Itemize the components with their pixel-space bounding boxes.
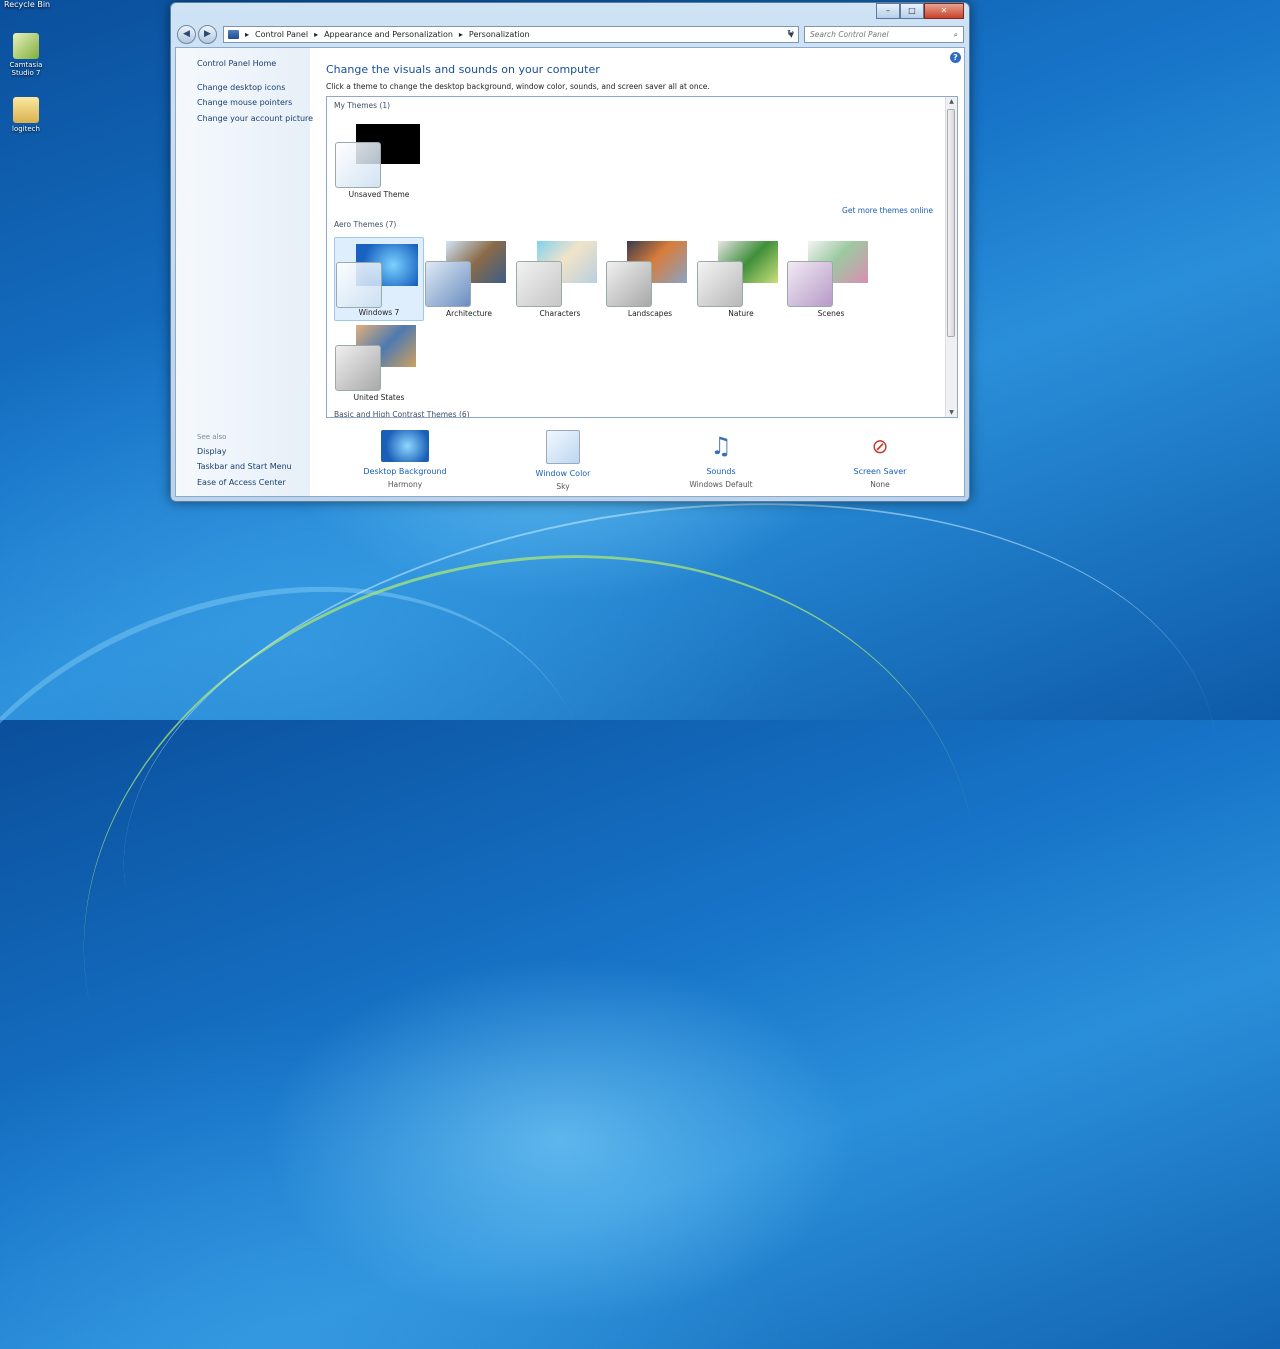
left-pane: Control Panel Home Change desktop icons … (176, 48, 313, 496)
personalization-window: – □ ✕ ◀ ▶ ▸ Control Panel ▸ Appearance a… (170, 2, 970, 502)
help-icon[interactable]: ? (950, 52, 961, 63)
theme-color-swatch (335, 142, 381, 188)
theme-label: Architecture (446, 309, 492, 318)
back-button[interactable]: ◀ (177, 25, 196, 44)
link-ease-of-access[interactable]: Ease of Access Center (197, 478, 286, 487)
scroll-up-icon[interactable]: ▲ (946, 98, 957, 105)
theme-label: Windows 7 (358, 308, 400, 317)
refresh-icon[interactable]: ↻ (783, 27, 798, 42)
link-control-panel-home[interactable]: Control Panel Home (197, 59, 276, 68)
link-change-desktop-icons[interactable]: Change desktop icons (197, 83, 285, 92)
theme-label: Scenes (817, 309, 845, 318)
group-my-themes: My Themes (1) (334, 101, 391, 110)
address-bar[interactable]: ▸ Control Panel ▸ Appearance and Persona… (223, 26, 799, 43)
theme-tile-united-states[interactable]: United States (334, 321, 424, 405)
desktop-icon-logitech[interactable]: logitech (4, 97, 48, 133)
theme-tile-scenes[interactable]: Scenes (786, 237, 876, 321)
theme-color-swatch (606, 261, 652, 307)
desktop-icon-label: Camtasia Studio 7 (9, 61, 43, 77)
theme-color-swatch (336, 262, 382, 308)
window-color-value: Sky (556, 482, 570, 491)
theme-tile-windows-7[interactable]: Windows 7 (334, 237, 424, 321)
control-panel-icon (228, 30, 239, 39)
theme-tile-landscapes[interactable]: Landscapes (605, 237, 695, 321)
breadcrumb-control-panel[interactable]: Control Panel (255, 30, 308, 39)
link-change-account-picture[interactable]: Change your account picture (197, 114, 313, 123)
theme-label: Unsaved Theme (348, 190, 410, 199)
theme-color-swatch (697, 261, 743, 307)
wallpaper-swoosh (16, 474, 1044, 1349)
theme-color-swatch (425, 261, 471, 307)
scrollbar-thumb[interactable] (947, 109, 955, 337)
breadcrumb-appearance[interactable]: Appearance and Personalization (324, 30, 453, 39)
search-input[interactable] (810, 30, 940, 39)
breadcrumb-personalization[interactable]: Personalization (469, 30, 530, 39)
get-more-themes-link[interactable]: Get more themes online (842, 206, 933, 215)
theme-tile-architecture[interactable]: Architecture (424, 237, 514, 321)
camtasia-icon (13, 33, 39, 59)
window-color-label: Window Color (535, 469, 591, 478)
screen-saver-icon: ⊘ (871, 434, 889, 458)
sounds-button[interactable]: ♫ Sounds Windows Default (666, 430, 776, 489)
theme-label: Landscapes (627, 309, 673, 318)
wallpaper-swoosh (0, 495, 666, 1211)
link-display[interactable]: Display (197, 447, 227, 456)
breadcrumb-separator-icon: ▸ (458, 30, 463, 39)
minimize-button[interactable]: – (876, 3, 900, 19)
page-subtitle: Click a theme to change the desktop back… (326, 82, 710, 91)
screen-saver-value: None (870, 480, 890, 489)
see-also-label: See also (197, 433, 227, 441)
theme-tile-unsaved[interactable]: Unsaved Theme (334, 118, 424, 202)
screen-saver-label: Screen Saver (853, 467, 907, 476)
desktop-background-button[interactable]: Desktop Background Harmony (350, 430, 460, 489)
theme-tile-nature[interactable]: Nature (696, 237, 786, 321)
theme-color-swatch (516, 261, 562, 307)
link-change-mouse-pointers[interactable]: Change mouse pointers (197, 98, 292, 107)
window-color-icon (546, 430, 580, 464)
maximize-button[interactable]: □ (900, 3, 924, 19)
sounds-value: Windows Default (689, 480, 753, 489)
breadcrumb-separator-icon: ▸ (245, 30, 250, 39)
theme-color-swatch (787, 261, 833, 307)
desktop-background-label: Desktop Background (363, 467, 447, 476)
forward-button[interactable]: ▶ (198, 25, 217, 44)
desktop-icon-label: logitech (12, 125, 40, 133)
desktop-background-value: Harmony (387, 480, 423, 489)
search-box[interactable]: ⌕ (804, 26, 964, 43)
theme-label: Characters (539, 309, 581, 318)
link-taskbar-start-menu[interactable]: Taskbar and Start Menu (197, 462, 292, 471)
sounds-icon: ♫ (710, 432, 732, 460)
theme-tile-characters[interactable]: Characters (515, 237, 605, 321)
navigation-buttons: ◀ ▶ (177, 25, 217, 44)
breadcrumb-separator-icon: ▸ (314, 30, 319, 39)
group-aero-themes: Aero Themes (7) (334, 220, 397, 229)
folder-icon (13, 97, 39, 123)
theme-label: Nature (728, 309, 754, 318)
recycle-bin-label[interactable]: Recycle Bin (4, 0, 50, 9)
window-controls: – □ ✕ (876, 3, 964, 19)
search-icon[interactable]: ⌕ (954, 30, 958, 39)
sounds-label: Sounds (706, 467, 736, 476)
wallpaper-swoosh (83, 436, 1257, 1186)
desktop-background-icon (381, 430, 429, 462)
themes-list[interactable]: My Themes (1) Unsaved Theme Get more the… (326, 96, 958, 418)
page-title: Change the visuals and sounds on your co… (326, 63, 600, 76)
window-color-button[interactable]: Window Color Sky (508, 430, 618, 491)
themes-scrollbar[interactable]: ▲ ▼ (945, 97, 957, 417)
theme-label: United States (353, 393, 405, 402)
group-basic-themes: Basic and High Contrast Themes (6) (334, 410, 470, 418)
theme-color-swatch (335, 345, 381, 391)
desktop-icon-camtasia[interactable]: Camtasia Studio 7 (4, 33, 48, 77)
close-button[interactable]: ✕ (924, 3, 964, 19)
screen-saver-button[interactable]: ⊘ Screen Saver None (825, 430, 935, 489)
scroll-down-icon[interactable]: ▼ (946, 409, 957, 416)
client-area: Control Panel Home Change desktop icons … (175, 47, 965, 497)
